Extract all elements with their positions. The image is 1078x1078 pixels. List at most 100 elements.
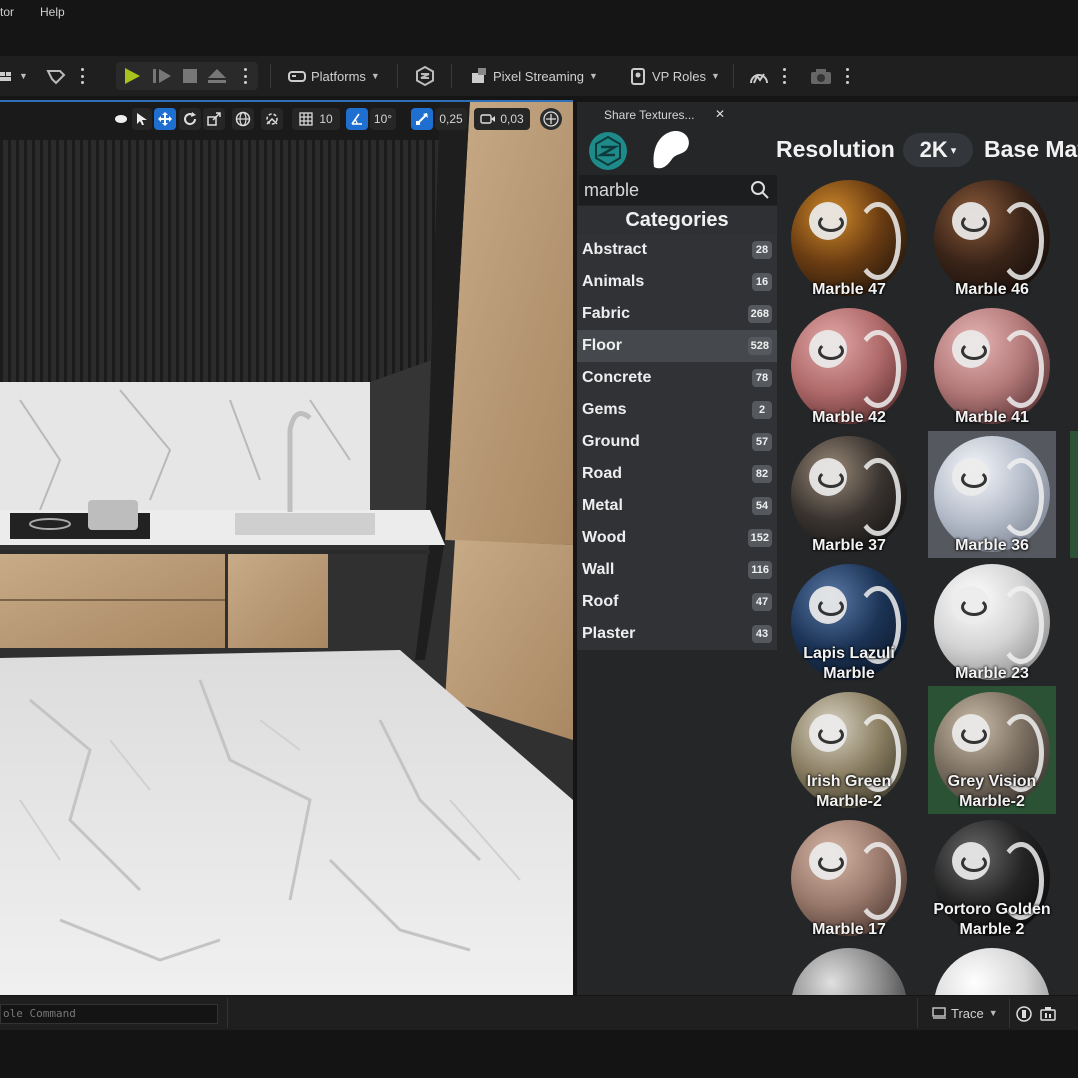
material-name-line2: Marble-2 <box>816 793 882 810</box>
category-item-selected[interactable]: Floor 528 <box>577 330 777 362</box>
menu-item-help[interactable]: Help <box>40 5 65 19</box>
play-button[interactable] <box>122 56 142 96</box>
pixel-streaming-icon <box>472 68 486 83</box>
viewport-layout-button[interactable] <box>540 108 562 130</box>
material-tile[interactable]: Marble 41 <box>928 306 1056 434</box>
category-item[interactable]: Wall 116 <box>577 554 777 586</box>
gamepad-icon <box>288 71 306 82</box>
category-item[interactable]: Roof 47 <box>577 586 777 618</box>
resolution-value: 2K <box>919 137 948 162</box>
brush-stroke-logo-icon[interactable] <box>650 129 692 171</box>
screenshot-icon[interactable] <box>1040 1006 1056 1022</box>
stop-button[interactable] <box>182 56 198 96</box>
material-name-line2: Marble 2 <box>959 921 1025 938</box>
search-input[interactable]: marble <box>579 175 777 205</box>
camera-speed-button[interactable]: 0,03 <box>474 108 530 130</box>
grid-snap-button[interactable]: 10 <box>292 108 340 130</box>
category-label: Abstract <box>582 241 647 258</box>
category-item[interactable]: Animals 16 <box>577 266 777 298</box>
material-tile[interactable]: Marble 42 <box>785 306 913 434</box>
material-tile[interactable]: Marble 37 <box>785 434 913 562</box>
scale-snap-toggle[interactable] <box>411 108 433 130</box>
trace-dropdown[interactable]: Trace ▼ <box>932 996 998 1030</box>
more-options-icon[interactable] <box>80 68 84 84</box>
category-count: 2 <box>752 401 772 419</box>
material-preview-sphere[interactable] <box>934 948 1050 995</box>
record-icon[interactable] <box>1016 1006 1032 1022</box>
material-tile[interactable]: Marble 17 <box>785 818 913 946</box>
scale-mode-button[interactable] <box>203 108 225 130</box>
category-item[interactable]: Metal 54 <box>577 490 777 522</box>
video-camera-icon <box>480 114 496 124</box>
more-options-icon[interactable] <box>782 68 786 84</box>
rotate-mode-button[interactable] <box>179 108 201 130</box>
scale-snap-value[interactable]: 0,25 <box>435 108 467 130</box>
close-tab-icon[interactable]: ✕ <box>715 107 725 121</box>
category-item[interactable]: Plaster 43 <box>577 618 777 650</box>
category-item[interactable]: Abstract 28 <box>577 234 777 266</box>
select-mode-button[interactable] <box>132 108 152 130</box>
category-count: 152 <box>747 529 772 547</box>
viewport-options-button[interactable] <box>112 108 130 130</box>
search-icon[interactable] <box>750 180 770 200</box>
step-icon <box>153 69 171 83</box>
pixel-streaming-dropdown[interactable]: Pixel Streaming ▼ <box>470 56 598 96</box>
material-tile[interactable]: Irish Green Marble-2 <box>785 690 913 818</box>
platforms-dropdown[interactable]: Platforms ▼ <box>288 56 380 96</box>
material-tile[interactable]: Marble 46 <box>928 178 1056 306</box>
material-preview-sphere <box>934 564 1050 680</box>
source-control-button[interactable] <box>415 56 435 96</box>
category-item[interactable]: Concrete 78 <box>577 362 777 394</box>
share-textures-logo-icon[interactable] <box>588 131 628 171</box>
category-label: Floor <box>582 337 622 354</box>
more-options-icon[interactable] <box>845 68 849 84</box>
mode-dropdown[interactable]: ▼ <box>0 56 28 96</box>
category-item[interactable]: Ground 57 <box>577 426 777 458</box>
category-count: 82 <box>752 465 772 483</box>
play-options-icon[interactable] <box>243 68 247 84</box>
rotate-icon <box>184 112 197 126</box>
modes-icon <box>0 72 11 81</box>
camera-settings-button[interactable] <box>810 56 832 96</box>
vp-roles-dropdown[interactable]: VP Roles ▼ <box>630 56 720 96</box>
toolbar-divider <box>451 64 452 88</box>
world-space-button[interactable] <box>232 108 254 130</box>
material-name: Marble 17 <box>812 921 886 938</box>
performance-button[interactable] <box>749 56 769 96</box>
blueprint-button[interactable] <box>46 56 66 96</box>
material-tile[interactable]: Marble 23 <box>928 562 1056 690</box>
material-preview-sphere <box>791 180 907 296</box>
category-count: 57 <box>752 433 772 451</box>
material-tile-selected[interactable]: Grey Vision Marble-2 <box>928 686 1056 814</box>
level-viewport[interactable] <box>0 100 573 995</box>
status-divider <box>917 998 918 1028</box>
trace-label: Trace <box>951 1005 984 1021</box>
advance-frame-button[interactable] <box>152 56 172 96</box>
category-label: Roof <box>582 593 619 610</box>
material-tile-hovered[interactable]: Marble 36 <box>928 431 1056 558</box>
chevron-down-icon: ▼ <box>589 71 598 81</box>
category-item[interactable]: Fabric 268 <box>577 298 777 330</box>
tab-share-textures[interactable]: Share Textures... ✕ <box>580 102 737 127</box>
category-item[interactable]: Road 82 <box>577 458 777 490</box>
toolbar-divider <box>270 64 271 88</box>
category-label: Gems <box>582 401 627 418</box>
category-item[interactable]: Wood 152 <box>577 522 777 554</box>
material-tile[interactable]: Marble 47 <box>785 178 913 306</box>
platforms-label: Platforms <box>311 68 366 84</box>
menu-item-editor[interactable]: tor <box>0 5 14 19</box>
viewport-focus-border <box>0 100 573 102</box>
rotation-snap-toggle[interactable] <box>346 108 368 130</box>
eject-button[interactable] <box>207 56 227 96</box>
translate-mode-button[interactable] <box>154 108 176 130</box>
material-tile[interactable]: Lapis Lazuli Marble <box>785 562 913 690</box>
surface-snapping-button[interactable] <box>261 108 283 130</box>
material-tile[interactable]: Portoro Golden Marble 2 <box>928 818 1056 946</box>
rotation-snap-value[interactable]: 10° <box>370 108 396 130</box>
move-arrows-icon <box>158 112 172 126</box>
camera-icon <box>811 69 831 84</box>
material-preview-sphere[interactable] <box>791 948 907 995</box>
resolution-dropdown[interactable]: 2K ▾ <box>903 133 973 167</box>
category-item[interactable]: Gems 2 <box>577 394 777 426</box>
console-command-input[interactable]: ole Command <box>0 1004 218 1024</box>
